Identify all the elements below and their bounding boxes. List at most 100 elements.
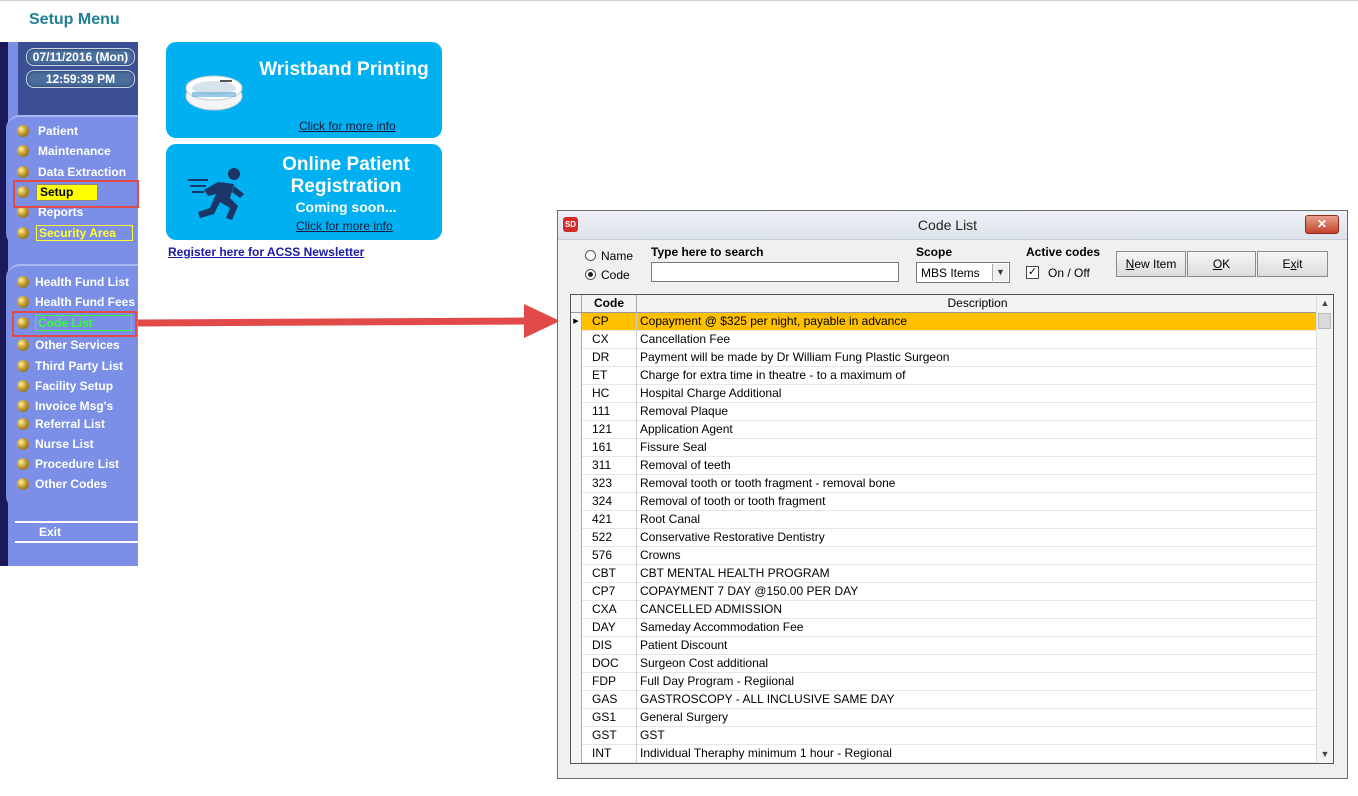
table-row[interactable]: 121 Application Agent — [571, 421, 1318, 439]
row-selector[interactable] — [571, 547, 582, 565]
row-selector[interactable] — [571, 673, 582, 691]
row-selector[interactable] — [571, 619, 582, 637]
table-row[interactable]: 324 Removal of tooth or tooth fragment — [571, 493, 1318, 511]
table-row[interactable]: DOC Surgeon Cost additional — [571, 655, 1318, 673]
scroll-thumb[interactable] — [1318, 313, 1331, 329]
table-row[interactable]: CBT CBT MENTAL HEALTH PROGRAM — [571, 565, 1318, 583]
row-selector[interactable] — [571, 421, 582, 439]
registration-more-link[interactable]: Click for more info — [296, 219, 393, 233]
row-selector[interactable] — [571, 367, 582, 385]
table-row[interactable]: DR Payment will be made by Dr William Fun… — [571, 349, 1318, 367]
row-selector[interactable] — [571, 331, 582, 349]
table-row[interactable]: FDP Full Day Program - Regiional — [571, 673, 1318, 691]
scroll-down-icon[interactable]: ▼ — [1317, 746, 1333, 763]
table-row[interactable]: 161 Fissure Seal — [571, 439, 1318, 457]
table-row[interactable]: 576 Crowns — [571, 547, 1318, 565]
active-codes-checkbox[interactable]: ✓ — [1026, 266, 1039, 279]
exit-button[interactable]: Exit — [15, 521, 138, 543]
registration-title: Online Patient Registration — [266, 154, 426, 198]
registration-card[interactable]: Online Patient Registration Coming soon.… — [166, 144, 442, 240]
table-row[interactable]: 421 Root Canal — [571, 511, 1318, 529]
row-selector[interactable] — [571, 583, 582, 601]
row-selector[interactable] — [571, 385, 582, 403]
row-description: Payment will be made by Dr William Fung … — [640, 350, 950, 364]
row-selector[interactable] — [571, 349, 582, 367]
sidebar-item-other-codes[interactable]: Other Codes — [16, 475, 134, 493]
row-code: INT — [582, 745, 637, 763]
newsletter-link[interactable]: Register here for ACSS Newsletter — [168, 245, 364, 259]
highlight-code-list — [12, 311, 137, 337]
table-row[interactable]: ▶ CP Copayment @ $325 per night, payable i… — [571, 313, 1318, 331]
row-code: GS1 — [582, 709, 637, 727]
sidebar-item-other-services[interactable]: Other Services — [16, 336, 134, 354]
table-row[interactable]: GST GST — [571, 727, 1318, 745]
wristband-title: Wristband Printing — [259, 59, 429, 80]
table-row[interactable]: CX Cancellation Fee — [571, 331, 1318, 349]
sidebar-item-invoice-msgs[interactable]: Invoice Msg's — [16, 397, 134, 415]
close-button[interactable]: ✕ — [1305, 215, 1339, 234]
bullet-icon — [17, 276, 29, 288]
table-row[interactable]: CXA CANCELLED ADMISSION — [571, 601, 1318, 619]
exit-dialog-button[interactable]: Exit — [1257, 251, 1328, 277]
bullet-icon — [17, 380, 29, 392]
table-row[interactable]: GS1 General Surgery — [571, 709, 1318, 727]
row-selector[interactable] — [571, 511, 582, 529]
new-item-button[interactable]: New Item — [1116, 251, 1186, 277]
sidebar-item-patient[interactable]: Patient — [16, 122, 134, 140]
table-row[interactable]: 323 Removal tooth or tooth fragment - rem… — [571, 475, 1318, 493]
column-header-description[interactable]: Description — [637, 295, 1318, 312]
row-selector[interactable] — [571, 709, 582, 727]
current-row-icon[interactable]: ▶ — [571, 313, 582, 331]
table-row[interactable]: 111 Removal Plaque — [571, 403, 1318, 421]
row-selector[interactable] — [571, 529, 582, 547]
page-title: Setup Menu — [29, 11, 120, 28]
row-selector[interactable] — [571, 565, 582, 583]
row-selector[interactable] — [571, 745, 582, 763]
sidebar-item-referral-list[interactable]: Referral List — [16, 415, 134, 433]
table-row[interactable]: INT Individual Theraphy minimum 1 hour - … — [571, 745, 1318, 763]
wristband-more-link[interactable]: Click for more info — [299, 119, 396, 133]
sidebar-item-health-fund-list[interactable]: Health Fund List — [16, 273, 134, 291]
table-row[interactable]: 522 Conservative Restorative Dentistry — [571, 529, 1318, 547]
sidebar-item-facility-setup[interactable]: Facility Setup — [16, 377, 134, 395]
row-description: Full Day Program - Regiional — [640, 674, 795, 688]
scrollbar[interactable]: ▲ ▼ — [1316, 295, 1333, 763]
row-description: Cancellation Fee — [640, 332, 731, 346]
row-code: ET — [582, 367, 637, 385]
scroll-up-icon[interactable]: ▲ — [1317, 295, 1333, 312]
sidebar-item-nurse-list[interactable]: Nurse List — [16, 435, 134, 453]
row-description: General Surgery — [640, 710, 729, 724]
table-row[interactable]: DAY Sameday Accommodation Fee — [571, 619, 1318, 637]
table-row[interactable]: HC Hospital Charge Additional — [571, 385, 1318, 403]
row-selector[interactable] — [571, 493, 582, 511]
table-row[interactable]: GAS GASTROSCOPY - ALL INCLUSIVE SAME DAY — [571, 691, 1318, 709]
ok-button[interactable]: OK — [1187, 251, 1256, 277]
row-selector[interactable] — [571, 457, 582, 475]
row-selector[interactable] — [571, 475, 582, 493]
table-row[interactable]: DIS Patient Discount — [571, 637, 1318, 655]
sidebar-item-security-area[interactable]: Security Area — [16, 224, 134, 242]
search-input[interactable] — [651, 262, 899, 282]
row-description: Copayment @ $325 per night, payable in a… — [640, 314, 908, 328]
row-selector[interactable] — [571, 637, 582, 655]
scope-select[interactable]: MBS Items ▼ — [916, 262, 1010, 283]
sidebar-item-data-extraction[interactable]: Data Extraction — [16, 163, 134, 181]
column-header-code[interactable]: Code — [582, 295, 637, 312]
registration-title-line1: Online Patient — [282, 154, 410, 175]
sidebar-item-health-fund-fees[interactable]: Health Fund Fees — [16, 293, 135, 311]
row-selector[interactable] — [571, 439, 582, 457]
table-row[interactable]: CP7 COPAYMENT 7 DAY @150.00 PER DAY — [571, 583, 1318, 601]
row-selector[interactable] — [571, 601, 582, 619]
wristband-card[interactable]: Wristband Printing Click for more info — [166, 42, 442, 138]
sidebar-item-third-party-list[interactable]: Third Party List — [16, 357, 134, 375]
sidebar-item-procedure-list[interactable]: Procedure List — [16, 455, 134, 473]
row-code: 121 — [582, 421, 637, 439]
table-row[interactable]: 311 Removal of teeth — [571, 457, 1318, 475]
table-row[interactable]: ET Charge for extra time in theatre - to … — [571, 367, 1318, 385]
row-selector[interactable] — [571, 403, 582, 421]
row-selector[interactable] — [571, 655, 582, 673]
row-selector[interactable] — [571, 691, 582, 709]
row-selector[interactable] — [571, 727, 582, 745]
sidebar-item-maintenance[interactable]: Maintenance — [16, 142, 134, 160]
active-toggle-label: On / Off — [1048, 266, 1090, 280]
